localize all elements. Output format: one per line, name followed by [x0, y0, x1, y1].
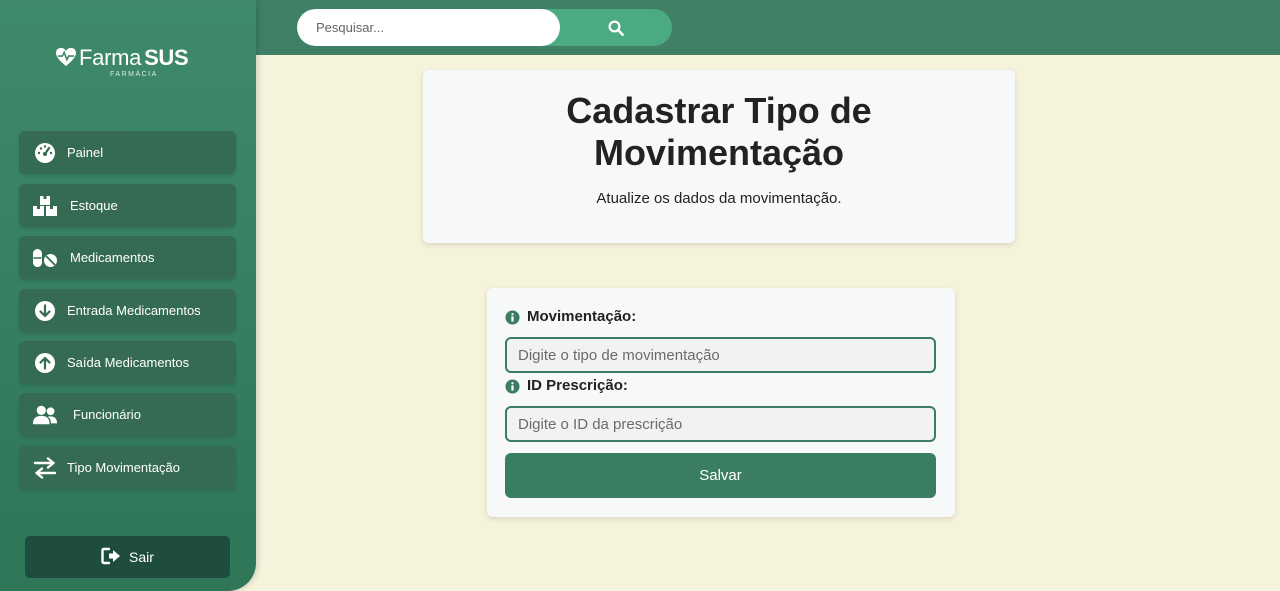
info-icon	[505, 379, 520, 394]
movement-label-text: Movimentação:	[527, 308, 637, 325]
header-card: Cadastrar Tipo de Movimentação Atualize …	[423, 70, 1015, 243]
arrow-up-circle-icon	[32, 351, 58, 374]
sidebar-item-label: Tipo Movimentação	[67, 460, 180, 475]
prescription-id-input[interactable]	[505, 406, 936, 442]
heart-pulse-icon	[56, 47, 76, 67]
prescription-label-text: ID Prescrição:	[527, 377, 628, 394]
sidebar: Farma SUS FARMÁCIA Painel Estoque Medica…	[0, 0, 256, 591]
page-title: Cadastrar Tipo de Movimentação	[423, 90, 1015, 174]
gauge-icon	[32, 141, 58, 164]
sidebar-item-painel[interactable]: Painel	[19, 131, 236, 174]
search-box	[297, 9, 672, 46]
sidebar-item-estoque[interactable]: Estoque	[19, 184, 236, 227]
page-title-line1: Cadastrar Tipo de	[566, 90, 872, 131]
brand-logo[interactable]: Farma SUS FARMÁCIA	[55, 46, 205, 80]
sidebar-item-tipo-movimentacao[interactable]: Tipo Movimentação	[19, 446, 236, 489]
brand-name: Farma SUS	[79, 45, 189, 70]
save-button[interactable]: Salvar	[505, 453, 936, 498]
sidebar-item-medicamentos[interactable]: Medicamentos	[19, 236, 236, 279]
brand-subtitle: FARMÁCIA	[110, 71, 158, 78]
sign-out-icon	[101, 547, 120, 565]
movement-form: Movimentação: ID Prescrição: Salvar	[487, 288, 955, 517]
boxes-icon	[32, 194, 58, 217]
page-title-line2: Movimentação	[593, 132, 845, 173]
page-subtitle: Atualize os dados da movimentação.	[596, 190, 842, 207]
sidebar-item-label: Estoque	[70, 198, 118, 213]
pills-icon	[32, 246, 58, 269]
sidebar-item-saida-medicamentos[interactable]: Saída Medicamentos	[19, 341, 236, 384]
sidebar-item-label: Medicamentos	[70, 250, 155, 265]
movement-input[interactable]	[505, 337, 936, 373]
logout-button[interactable]: Sair	[25, 536, 230, 578]
search-button[interactable]	[560, 9, 672, 46]
exchange-icon	[32, 456, 58, 479]
sidebar-item-label: Saída Medicamentos	[67, 355, 190, 370]
brand-name-light: Farma	[79, 45, 142, 70]
sidebar-item-label: Painel	[67, 145, 104, 160]
brand-name-bold: SUS	[144, 45, 189, 70]
users-icon	[32, 403, 58, 426]
sidebar-item-label: Funcionário	[73, 407, 141, 422]
search-input[interactable]	[297, 9, 560, 46]
sidebar-item-entrada-medicamentos[interactable]: Entrada Medicamentos	[19, 289, 236, 332]
logout-label: Sair	[129, 549, 154, 565]
search-icon	[608, 20, 624, 36]
sidebar-item-funcionario[interactable]: Funcionário	[19, 393, 236, 436]
sidebar-item-label: Entrada Medicamentos	[67, 303, 201, 318]
arrow-down-circle-icon	[32, 299, 58, 322]
info-icon	[505, 310, 520, 325]
